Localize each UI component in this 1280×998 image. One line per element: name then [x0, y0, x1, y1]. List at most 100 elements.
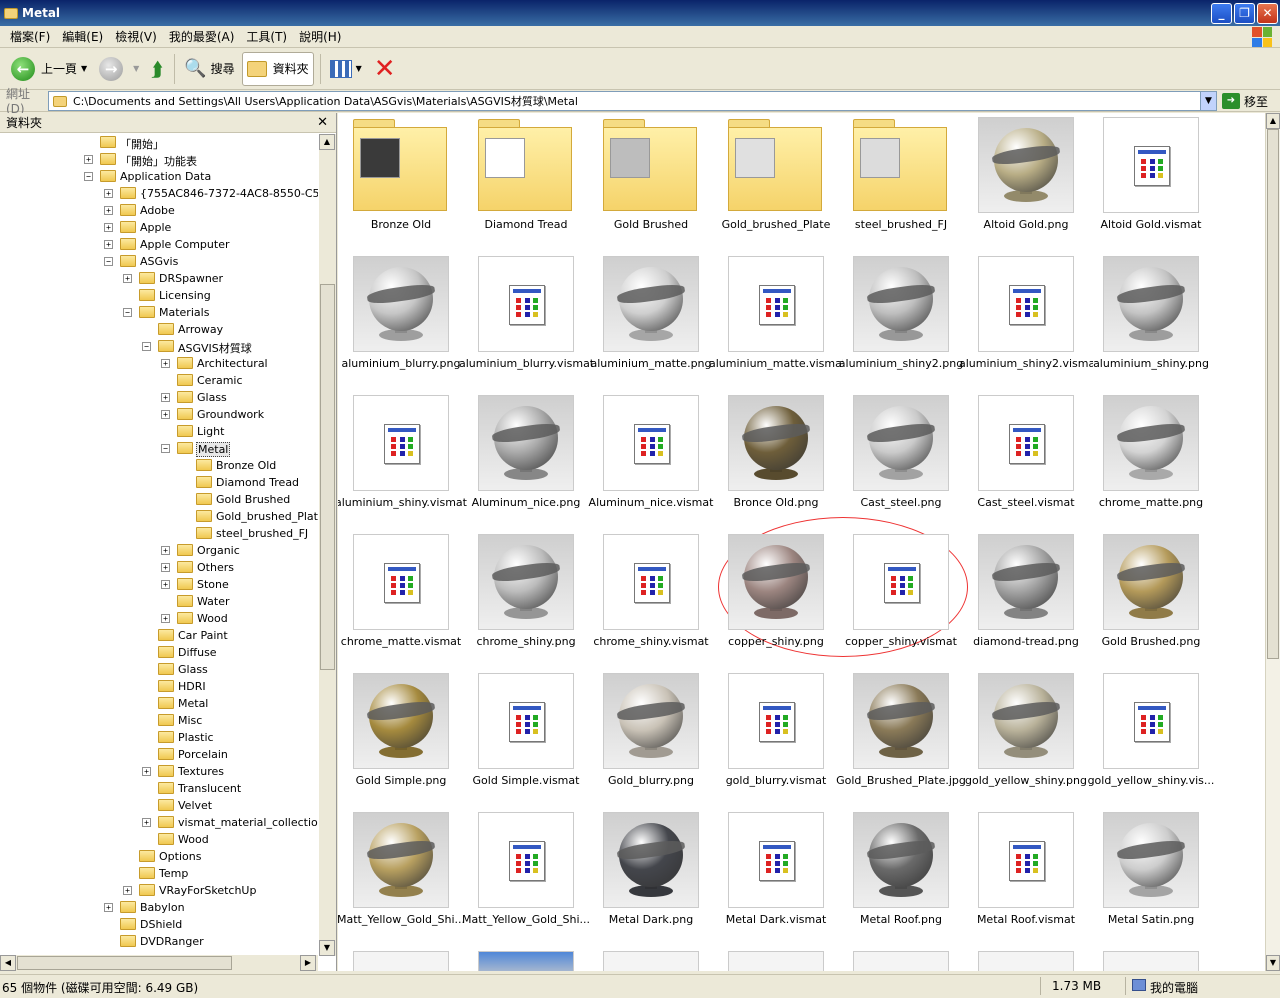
tree-item[interactable]: + DRSpawner [0, 270, 318, 287]
collapse-icon[interactable]: − [123, 308, 132, 317]
go-button[interactable]: ➜ 移至 [1222, 91, 1268, 111]
tree-item[interactable]: Car Paint [0, 627, 318, 644]
file-item[interactable]: aluminium_blurry.vismat [459, 252, 593, 391]
file-item[interactable]: chrome_matte.vismat [340, 530, 462, 669]
expand-icon[interactable]: + [161, 546, 170, 555]
file-view-scrollbar[interactable]: ▲ ▼ [1265, 113, 1280, 971]
tree-item[interactable]: + Apple [0, 219, 318, 236]
file-thumbnail-partial[interactable] [978, 951, 1074, 971]
menu-edit[interactable]: 編輯(E) [56, 28, 109, 45]
collapse-icon[interactable]: − [142, 342, 151, 351]
expand-icon[interactable]: + [123, 886, 132, 895]
tree-item[interactable]: Light [0, 423, 318, 440]
file-item[interactable]: gold_blurry.vismat [715, 669, 837, 808]
expand-icon[interactable]: + [104, 903, 113, 912]
tree-item[interactable]: + Glass [0, 389, 318, 406]
tree-item[interactable]: Metal [0, 695, 318, 712]
tree-item[interactable]: + Adobe [0, 202, 318, 219]
tree-item[interactable]: + Apple Computer [0, 236, 318, 253]
expand-icon[interactable]: + [84, 155, 93, 164]
file-item[interactable]: Metal Satin.png [1090, 808, 1212, 947]
scroll-up-icon[interactable]: ▲ [1266, 113, 1280, 129]
file-item[interactable]: Bronce Old.png [715, 391, 837, 530]
tree-item[interactable]: Porcelain [0, 746, 318, 763]
chevron-down-icon[interactable]: ▼ [356, 64, 362, 73]
file-thumbnail-partial[interactable] [353, 951, 449, 971]
tree-item[interactable]: + 「開始」功能表 [0, 151, 318, 168]
tree-item[interactable]: − Metal [0, 440, 318, 457]
file-item[interactable]: aluminium_matte.png [590, 252, 712, 391]
file-item[interactable]: Gold Simple.png [340, 669, 462, 808]
file-item[interactable]: aluminium_shiny2.vismat [959, 252, 1093, 391]
file-item[interactable]: aluminium_blurry.png [340, 252, 462, 391]
file-item[interactable]: Aluminum_nice.vismat [589, 391, 713, 530]
file-thumbnail-partial[interactable] [1103, 951, 1199, 971]
file-item[interactable]: Altoid Gold.vismat [1090, 113, 1212, 252]
collapse-icon[interactable]: − [84, 172, 93, 181]
file-thumbnail-partial[interactable] [603, 951, 699, 971]
close-button[interactable]: ✕ [1257, 3, 1278, 24]
tree-item[interactable]: Velvet [0, 797, 318, 814]
file-thumbnail-partial[interactable] [853, 951, 949, 971]
file-item[interactable]: Gold_Brushed_Plate.jpg [836, 669, 966, 808]
menu-favorites[interactable]: 我的最愛(A) [163, 28, 241, 45]
file-item[interactable]: copper_shiny.png [715, 530, 837, 669]
tree-item[interactable]: DVDRanger [0, 933, 318, 950]
menu-view[interactable]: 檢視(V) [109, 28, 163, 45]
tree-item[interactable]: + Organic [0, 542, 318, 559]
file-item[interactable]: Altoid Gold.png [965, 113, 1087, 252]
maximize-button[interactable]: ❐ [1234, 3, 1255, 24]
file-thumbnail-partial[interactable] [478, 951, 574, 971]
chevron-down-icon[interactable]: ▼ [133, 64, 139, 73]
tree-item[interactable]: Licensing [0, 287, 318, 304]
file-item[interactable]: Matt_Yellow_Gold_Shi... [338, 808, 465, 947]
file-thumbnail-partial[interactable] [728, 951, 824, 971]
tree-item[interactable]: + Wood [0, 610, 318, 627]
file-item[interactable]: Matt_Yellow_Gold_Shi... [462, 808, 590, 947]
tree-item[interactable]: Gold_brushed_Plate [0, 508, 318, 525]
tree-item[interactable]: 「開始」 [0, 134, 318, 151]
expand-icon[interactable]: + [142, 767, 151, 776]
file-item[interactable]: Gold Simple.vismat [465, 669, 587, 808]
tree-item[interactable]: − ASGvis [0, 253, 318, 270]
folders-button[interactable]: 資料夾 [241, 51, 314, 86]
file-item[interactable]: Metal Roof.vismat [965, 808, 1087, 947]
tree-item[interactable]: − Application Data [0, 168, 318, 185]
folder-item[interactable]: steel_brushed_FJ [840, 113, 962, 252]
file-item[interactable]: Metal Dark.vismat [715, 808, 837, 947]
menu-help[interactable]: 說明(H) [293, 28, 347, 45]
tree-item[interactable]: Wood [0, 831, 318, 848]
forward-button[interactable]: → ▼ [94, 52, 144, 86]
expand-icon[interactable]: + [161, 393, 170, 402]
search-button[interactable]: 🔍 搜尋 [179, 52, 239, 86]
tree-item[interactable]: + {755AC846-7372-4AC8-8550-C52491 [0, 185, 318, 202]
expand-icon[interactable]: + [104, 240, 113, 249]
tree-item[interactable]: Temp [0, 865, 318, 882]
file-item[interactable]: Metal Dark.png [590, 808, 712, 947]
expand-icon[interactable]: + [142, 818, 151, 827]
tree-item[interactable]: Bronze Old [0, 457, 318, 474]
close-icon[interactable]: ✕ [317, 115, 328, 130]
scroll-down-icon[interactable]: ▼ [1266, 955, 1280, 971]
tree-item[interactable]: Ceramic [0, 372, 318, 389]
expand-icon[interactable]: + [123, 274, 132, 283]
tree-item[interactable]: Options [0, 848, 318, 865]
tree-item[interactable]: Diamond Tread [0, 474, 318, 491]
file-item[interactable]: copper_shiny.vismat [840, 530, 962, 669]
file-item[interactable]: Gold_blurry.png [590, 669, 712, 808]
tree-item[interactable]: + VRayForSketchUp [0, 882, 318, 899]
file-item[interactable]: aluminium_shiny2.png [839, 252, 963, 391]
tree-item[interactable]: + Others [0, 559, 318, 576]
tree-item[interactable]: HDRI [0, 678, 318, 695]
file-item[interactable]: gold_yellow_shiny.png [965, 669, 1087, 808]
tree-vertical-scrollbar[interactable]: ▲ ▼ [319, 134, 336, 956]
menu-tools[interactable]: 工具(T) [240, 28, 293, 45]
scroll-right-icon[interactable]: ▶ [300, 955, 316, 971]
scroll-up-icon[interactable]: ▲ [319, 134, 335, 150]
menu-file[interactable]: 檔案(F) [4, 28, 56, 45]
expand-icon[interactable]: + [104, 189, 113, 198]
tree-item[interactable]: + Architectural [0, 355, 318, 372]
tree-item[interactable]: DShield [0, 916, 318, 933]
tree-item[interactable]: + Textures [0, 763, 318, 780]
tree-item[interactable]: Translucent [0, 780, 318, 797]
